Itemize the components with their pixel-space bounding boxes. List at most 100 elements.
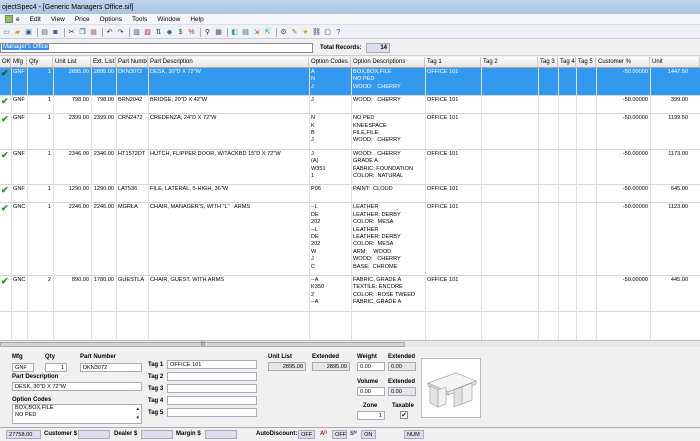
binoculars-icon[interactable]: ⚲ bbox=[203, 28, 212, 37]
ok-check-icon[interactable]: ✔ bbox=[1, 277, 10, 286]
export-icon[interactable]: ⇲ bbox=[252, 28, 261, 37]
paste-icon[interactable]: ▦ bbox=[89, 28, 98, 37]
menu-window[interactable]: Window bbox=[152, 16, 185, 23]
menu-edit[interactable]: Edit bbox=[25, 16, 46, 23]
table-row[interactable]: ✔ GNC 2 890.00 1780.00 GUESTLA CHAIR, GUEST, W… bbox=[0, 276, 700, 312]
table-row[interactable]: ✔ GNF 1 2399.00 2399.00 CRN2472 CREDENZA, 24"D… bbox=[0, 114, 700, 150]
notes-icon[interactable]: ✎ bbox=[290, 28, 299, 37]
weight-field[interactable]: 0.00 bbox=[357, 362, 385, 371]
menu-price[interactable]: Price bbox=[70, 16, 95, 23]
column-header-ext-list[interactable]: Ext. List bbox=[91, 57, 116, 68]
column-header-tag4[interactable]: Tag 4 bbox=[558, 57, 576, 68]
redo-icon[interactable]: ↷ bbox=[116, 28, 125, 37]
zone-field[interactable]: 1 bbox=[357, 411, 385, 420]
open-icon[interactable]: ▰ bbox=[13, 28, 22, 37]
settings-icon[interactable]: ⚙ bbox=[279, 28, 288, 37]
tag-3-field[interactable] bbox=[167, 384, 257, 393]
tag-1-field[interactable]: OFFICE 101 bbox=[167, 360, 257, 369]
cell-line: BASE: CHROME bbox=[353, 263, 398, 270]
tag-5-field[interactable] bbox=[167, 408, 257, 417]
volume-extended-field: 0.00 bbox=[388, 387, 416, 396]
table-row[interactable]: ✔ GNF 1 2895.00 2895.00 DKN3072 DESK, 30"D X 7… bbox=[0, 68, 700, 97]
line-items-grid[interactable]: OKMfgQtyUnit ListExt. ListPart NumberPar… bbox=[0, 57, 700, 340]
delete-row-icon[interactable]: ▧ bbox=[143, 28, 152, 37]
menu-tools[interactable]: Tools bbox=[127, 16, 152, 23]
mfg-field[interactable]: GNF bbox=[12, 363, 34, 372]
cell-line: WOOD: CHERRY bbox=[353, 137, 401, 144]
help-icon[interactable]: ? bbox=[334, 28, 343, 37]
print-icon[interactable]: ▤ bbox=[40, 28, 49, 37]
column-header-odesc[interactable]: Option Descriptions bbox=[351, 57, 425, 68]
cell-line: FABRIC, GRADE A bbox=[353, 299, 402, 306]
tag-4-field[interactable] bbox=[167, 396, 257, 405]
ok-check-icon[interactable]: ✔ bbox=[1, 186, 10, 195]
scroll-up-icon[interactable]: ▴ bbox=[136, 406, 139, 413]
part-description-field[interactable]: DESK, 30"D X 72"W bbox=[12, 382, 142, 391]
column-header-tag5[interactable]: Tag 5 bbox=[576, 57, 596, 68]
column-header-desc[interactable]: Part Description bbox=[148, 57, 309, 68]
column-header-codes[interactable]: Option Codes bbox=[309, 57, 351, 68]
save-icon[interactable]: ▣ bbox=[24, 28, 33, 37]
ok-check-icon[interactable]: ✔ bbox=[1, 150, 10, 160]
cut-icon[interactable]: ✂ bbox=[67, 28, 76, 37]
sort-icon[interactable]: ⇅ bbox=[154, 28, 163, 37]
search-input[interactable]: Manager's Office bbox=[0, 43, 313, 53]
horizontal-scrollbar[interactable]: ||| bbox=[0, 340, 700, 347]
copy-icon[interactable]: ❐ bbox=[78, 28, 87, 37]
taxable-checkbox[interactable]: ✔ bbox=[400, 411, 408, 419]
app-icon[interactable] bbox=[5, 15, 13, 23]
column-header-ok[interactable]: OK bbox=[0, 57, 11, 68]
extended-label: Extended bbox=[312, 354, 340, 360]
graph-icon[interactable]: ◧ bbox=[230, 28, 239, 37]
import-icon[interactable]: ⇱ bbox=[263, 28, 272, 37]
column-header-part[interactable]: Part Number bbox=[116, 57, 148, 68]
cell-line: FABRIC, GRADE A bbox=[353, 277, 402, 283]
mfg-label: Mfg bbox=[12, 354, 23, 360]
ok-check-icon[interactable]: ✔ bbox=[1, 204, 10, 213]
undo-icon[interactable]: ↶ bbox=[105, 28, 114, 37]
table-row[interactable]: ✔ GNF 1 798.00 798.00 BRN2042 BRIDGE, 20"D X 4… bbox=[0, 96, 700, 115]
ok-check-icon[interactable]: ✔ bbox=[1, 115, 10, 124]
cell-line: NO PED bbox=[353, 76, 375, 83]
scroll-down-icon[interactable]: ▾ bbox=[136, 415, 139, 422]
column-header-tag1[interactable]: Tag 1 bbox=[425, 57, 481, 68]
column-header-unit-list[interactable]: Unit List bbox=[53, 57, 91, 68]
catalog-icon[interactable]: ◆ bbox=[165, 28, 174, 37]
ok-check-icon[interactable]: ✔ bbox=[1, 69, 10, 78]
ok-check-icon[interactable]: ✔ bbox=[1, 97, 10, 106]
option-codes-list[interactable]: BOX,BOX,FILE NO PED ▴ ▾ bbox=[12, 404, 142, 424]
autodiscount-field[interactable]: OFF bbox=[298, 430, 315, 439]
table-row[interactable]: ✔ GNC 1 2246.00 2246.00 MGRLA CHAIR, MANAGER'S… bbox=[0, 203, 700, 276]
report-icon[interactable]: ▤ bbox=[241, 28, 250, 37]
menu-help[interactable]: Help bbox=[185, 16, 208, 23]
menu-file[interactable]: e bbox=[0, 15, 25, 23]
cell-line: --L bbox=[311, 204, 318, 211]
column-header-tag2[interactable]: Tag 2 bbox=[481, 57, 538, 68]
link-icon[interactable]: ⛓ bbox=[312, 28, 321, 37]
grid-line bbox=[53, 68, 54, 340]
star-icon[interactable]: ★ bbox=[301, 28, 310, 37]
new-icon[interactable]: ▭ bbox=[2, 28, 11, 37]
qty-field[interactable]: 1 bbox=[45, 363, 67, 372]
dollar-icon[interactable]: $ bbox=[176, 28, 185, 37]
cell-mfg: GNF bbox=[13, 186, 25, 193]
preview-icon[interactable]: ◙ bbox=[51, 28, 60, 37]
column-header-tag3[interactable]: Tag 3 bbox=[538, 57, 558, 68]
tag-2-field[interactable] bbox=[167, 372, 257, 381]
column-header-qty[interactable]: Qty bbox=[27, 57, 53, 68]
menu-view[interactable]: View bbox=[46, 16, 70, 23]
volume-field[interactable]: 0.00 bbox=[357, 387, 385, 396]
menu-options[interactable]: Options bbox=[95, 16, 127, 23]
insert-row-icon[interactable]: ▥ bbox=[132, 28, 141, 37]
percent-icon[interactable]: % bbox=[187, 28, 196, 37]
column-header-mfg[interactable]: Mfg bbox=[11, 57, 27, 68]
window-icon[interactable]: ▢ bbox=[323, 28, 332, 37]
calculator-icon[interactable]: ▦ bbox=[214, 28, 223, 37]
column-header-cust[interactable]: Customer % bbox=[596, 57, 650, 68]
cell-qty: 1 bbox=[47, 69, 51, 75]
cell-line: B bbox=[311, 130, 315, 136]
table-row[interactable]: ✔ GNF 1 2346.00 2346.00 HT1572DT HUTCH, FLIPPE… bbox=[0, 150, 700, 186]
part-number-field[interactable]: DKN3072 bbox=[80, 363, 142, 372]
table-row[interactable]: ✔ GNF 1 1290.00 1290.00 LAT536 FILE, LATERAL, … bbox=[0, 185, 700, 204]
column-header-unit[interactable]: Unit bbox=[650, 57, 700, 68]
